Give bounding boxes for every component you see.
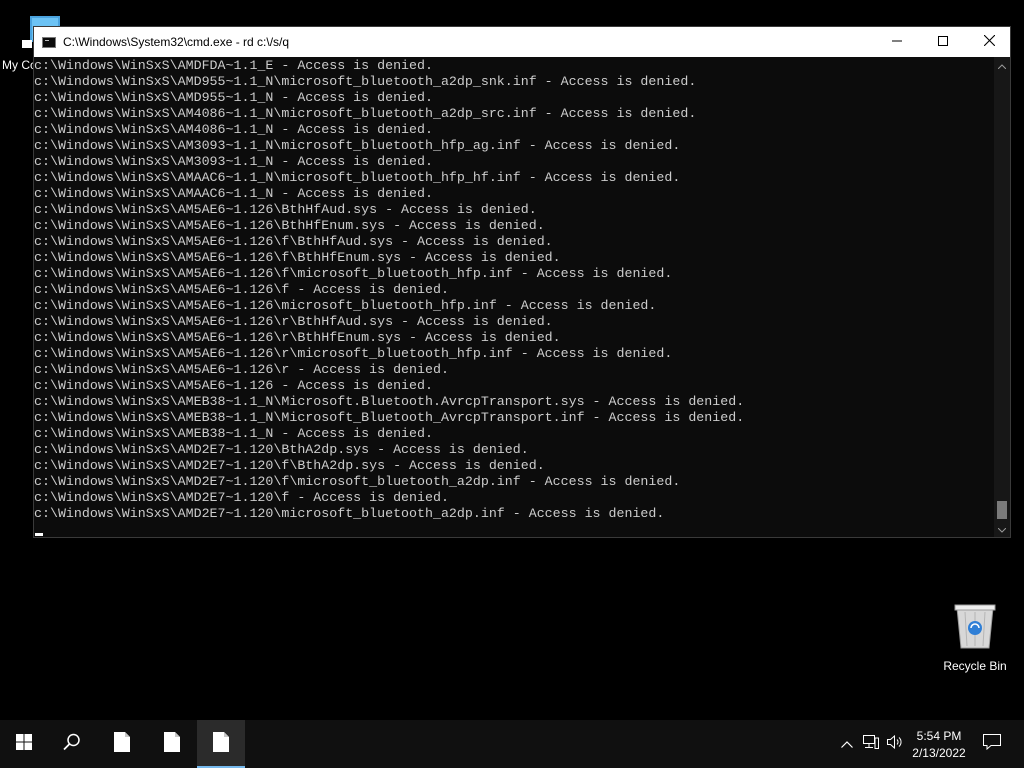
console-line: c:\Windows\WinSxS\AMEB38~1.1_N - Access …	[34, 426, 433, 441]
volume-button[interactable]	[884, 720, 906, 768]
file-icon	[213, 731, 229, 757]
console-line: c:\Windows\WinSxS\AM3093~1.1_N - Access …	[34, 154, 433, 169]
console-line: c:\Windows\WinSxS\AM5AE6~1.126\r\microso…	[34, 346, 673, 361]
title-bar[interactable]: C:\Windows\System32\cmd.exe - rd c:\/s/q	[34, 27, 1010, 57]
console-line: c:\Windows\WinSxS\AMD2E7~1.120\f\microso…	[34, 474, 681, 489]
maximize-button[interactable]	[920, 27, 966, 57]
start-button[interactable]	[0, 720, 48, 768]
file-icon	[164, 731, 180, 757]
console-line: c:\Windows\WinSxS\AMD955~1.1_N - Access …	[34, 90, 433, 105]
console-line: c:\Windows\WinSxS\AM5AE6~1.126\r - Acces…	[34, 362, 449, 377]
scroll-down-button[interactable]	[994, 521, 1010, 537]
console-line: c:\Windows\WinSxS\AM5AE6~1.126\r\BthHfEn…	[34, 330, 561, 345]
desktop-icon-recycle-bin[interactable]: Recycle Bin	[938, 600, 1012, 673]
network-button[interactable]	[860, 720, 882, 768]
search-button[interactable]	[48, 720, 96, 768]
scroll-up-button[interactable]	[994, 57, 1010, 73]
window-title: C:\Windows\System32\cmd.exe - rd c:\/s/q	[63, 35, 290, 49]
notification-icon	[983, 733, 1001, 755]
console-line: c:\Windows\WinSxS\AMD2E7~1.120\f - Acces…	[34, 490, 449, 505]
scroll-thumb[interactable]	[997, 501, 1007, 519]
taskbar: 5:54 PM 2/13/2022	[0, 720, 1024, 768]
console-line: c:\Windows\WinSxS\AMEB38~1.1_N\Microsoft…	[34, 394, 745, 409]
console-line: c:\Windows\WinSxS\AM5AE6~1.126\f - Acces…	[34, 282, 449, 297]
network-icon	[863, 734, 879, 754]
console-line: c:\Windows\WinSxS\AM5AE6~1.126\microsoft…	[34, 298, 657, 313]
console-line: c:\Windows\WinSxS\AM5AE6~1.126\f\BthHfEn…	[34, 250, 561, 265]
vertical-scrollbar[interactable]	[994, 57, 1010, 537]
recycle-bin-icon	[938, 602, 1012, 653]
search-icon	[63, 733, 81, 756]
windows-start-icon	[16, 733, 32, 755]
desktop: My Cc Recycle Bin C:\Windows\System32\cm…	[0, 0, 1024, 720]
action-center-button[interactable]	[970, 720, 1014, 768]
console-line: c:\Windows\WinSxS\AM3093~1.1_N\microsoft…	[34, 138, 681, 153]
desktop-icon-label: Recycle Bin	[943, 659, 1007, 673]
console-line: c:\Windows\WinSxS\AMD955~1.1_N\microsoft…	[34, 74, 697, 89]
volume-icon	[887, 734, 903, 754]
console-line: c:\Windows\WinSxS\AMD2E7~1.120\BthA2dp.s…	[34, 442, 529, 457]
console-line: c:\Windows\WinSxS\AMAAC6~1.1_N\microsoft…	[34, 170, 681, 185]
minimize-icon	[892, 33, 902, 51]
console-line: c:\Windows\WinSxS\AM4086~1.1_N\microsoft…	[34, 106, 697, 121]
console-line: c:\Windows\WinSxS\AMD2E7~1.120\f\BthA2dp…	[34, 458, 545, 473]
console-window[interactable]: C:\Windows\System32\cmd.exe - rd c:\/s/q…	[33, 26, 1011, 538]
text-cursor	[35, 533, 43, 536]
chevron-up-icon	[841, 735, 853, 753]
clock-time: 5:54 PM	[916, 729, 962, 743]
console-line: c:\Windows\WinSxS\AMAAC6~1.1_N - Access …	[34, 186, 433, 201]
taskbar-app-button[interactable]	[148, 720, 196, 768]
console-line: c:\Windows\WinSxS\AM5AE6~1.126\BthHfEnum…	[34, 218, 545, 233]
show-hidden-icons-button[interactable]	[836, 720, 858, 768]
close-button[interactable]	[966, 27, 1012, 57]
chevron-down-icon	[997, 520, 1007, 538]
minimize-button[interactable]	[874, 27, 920, 57]
maximize-icon	[938, 33, 948, 51]
taskbar-app-button-active[interactable]	[197, 720, 245, 768]
console-line: c:\Windows\WinSxS\AM5AE6~1.126\f\BthHfAu…	[34, 234, 553, 249]
console-line: c:\Windows\WinSxS\AM5AE6~1.126 - Access …	[34, 378, 433, 393]
console-lines: c:\Windows\WinSxS\AMDFDA~1.1_E - Access …	[34, 58, 744, 522]
console-line: c:\Windows\WinSxS\AM4086~1.1_N - Access …	[34, 122, 433, 137]
console-line: c:\Windows\WinSxS\AMEB38~1.1_N\Microsoft…	[34, 410, 745, 425]
console-output[interactable]: c:\Windows\WinSxS\AMDFDA~1.1_E - Access …	[34, 57, 994, 537]
clock[interactable]: 5:54 PM 2/13/2022	[908, 728, 970, 762]
console-line: c:\Windows\WinSxS\AM5AE6~1.126\BthHfAud.…	[34, 202, 537, 217]
taskbar-app-button[interactable]	[98, 720, 146, 768]
console-line: c:\Windows\WinSxS\AM5AE6~1.126\f\microso…	[34, 266, 673, 281]
file-icon	[114, 731, 130, 757]
console-line: c:\Windows\WinSxS\AM5AE6~1.126\r\BthHfAu…	[34, 314, 553, 329]
console-icon	[42, 36, 56, 48]
console-line: c:\Windows\WinSxS\AMD2E7~1.120\microsoft…	[34, 506, 665, 521]
console-line: c:\Windows\WinSxS\AMDFDA~1.1_E - Access …	[34, 58, 433, 73]
close-icon	[983, 33, 995, 51]
clock-date: 2/13/2022	[912, 746, 966, 760]
desktop-icon-label: My Cc	[2, 58, 36, 72]
chevron-up-icon	[997, 56, 1007, 74]
